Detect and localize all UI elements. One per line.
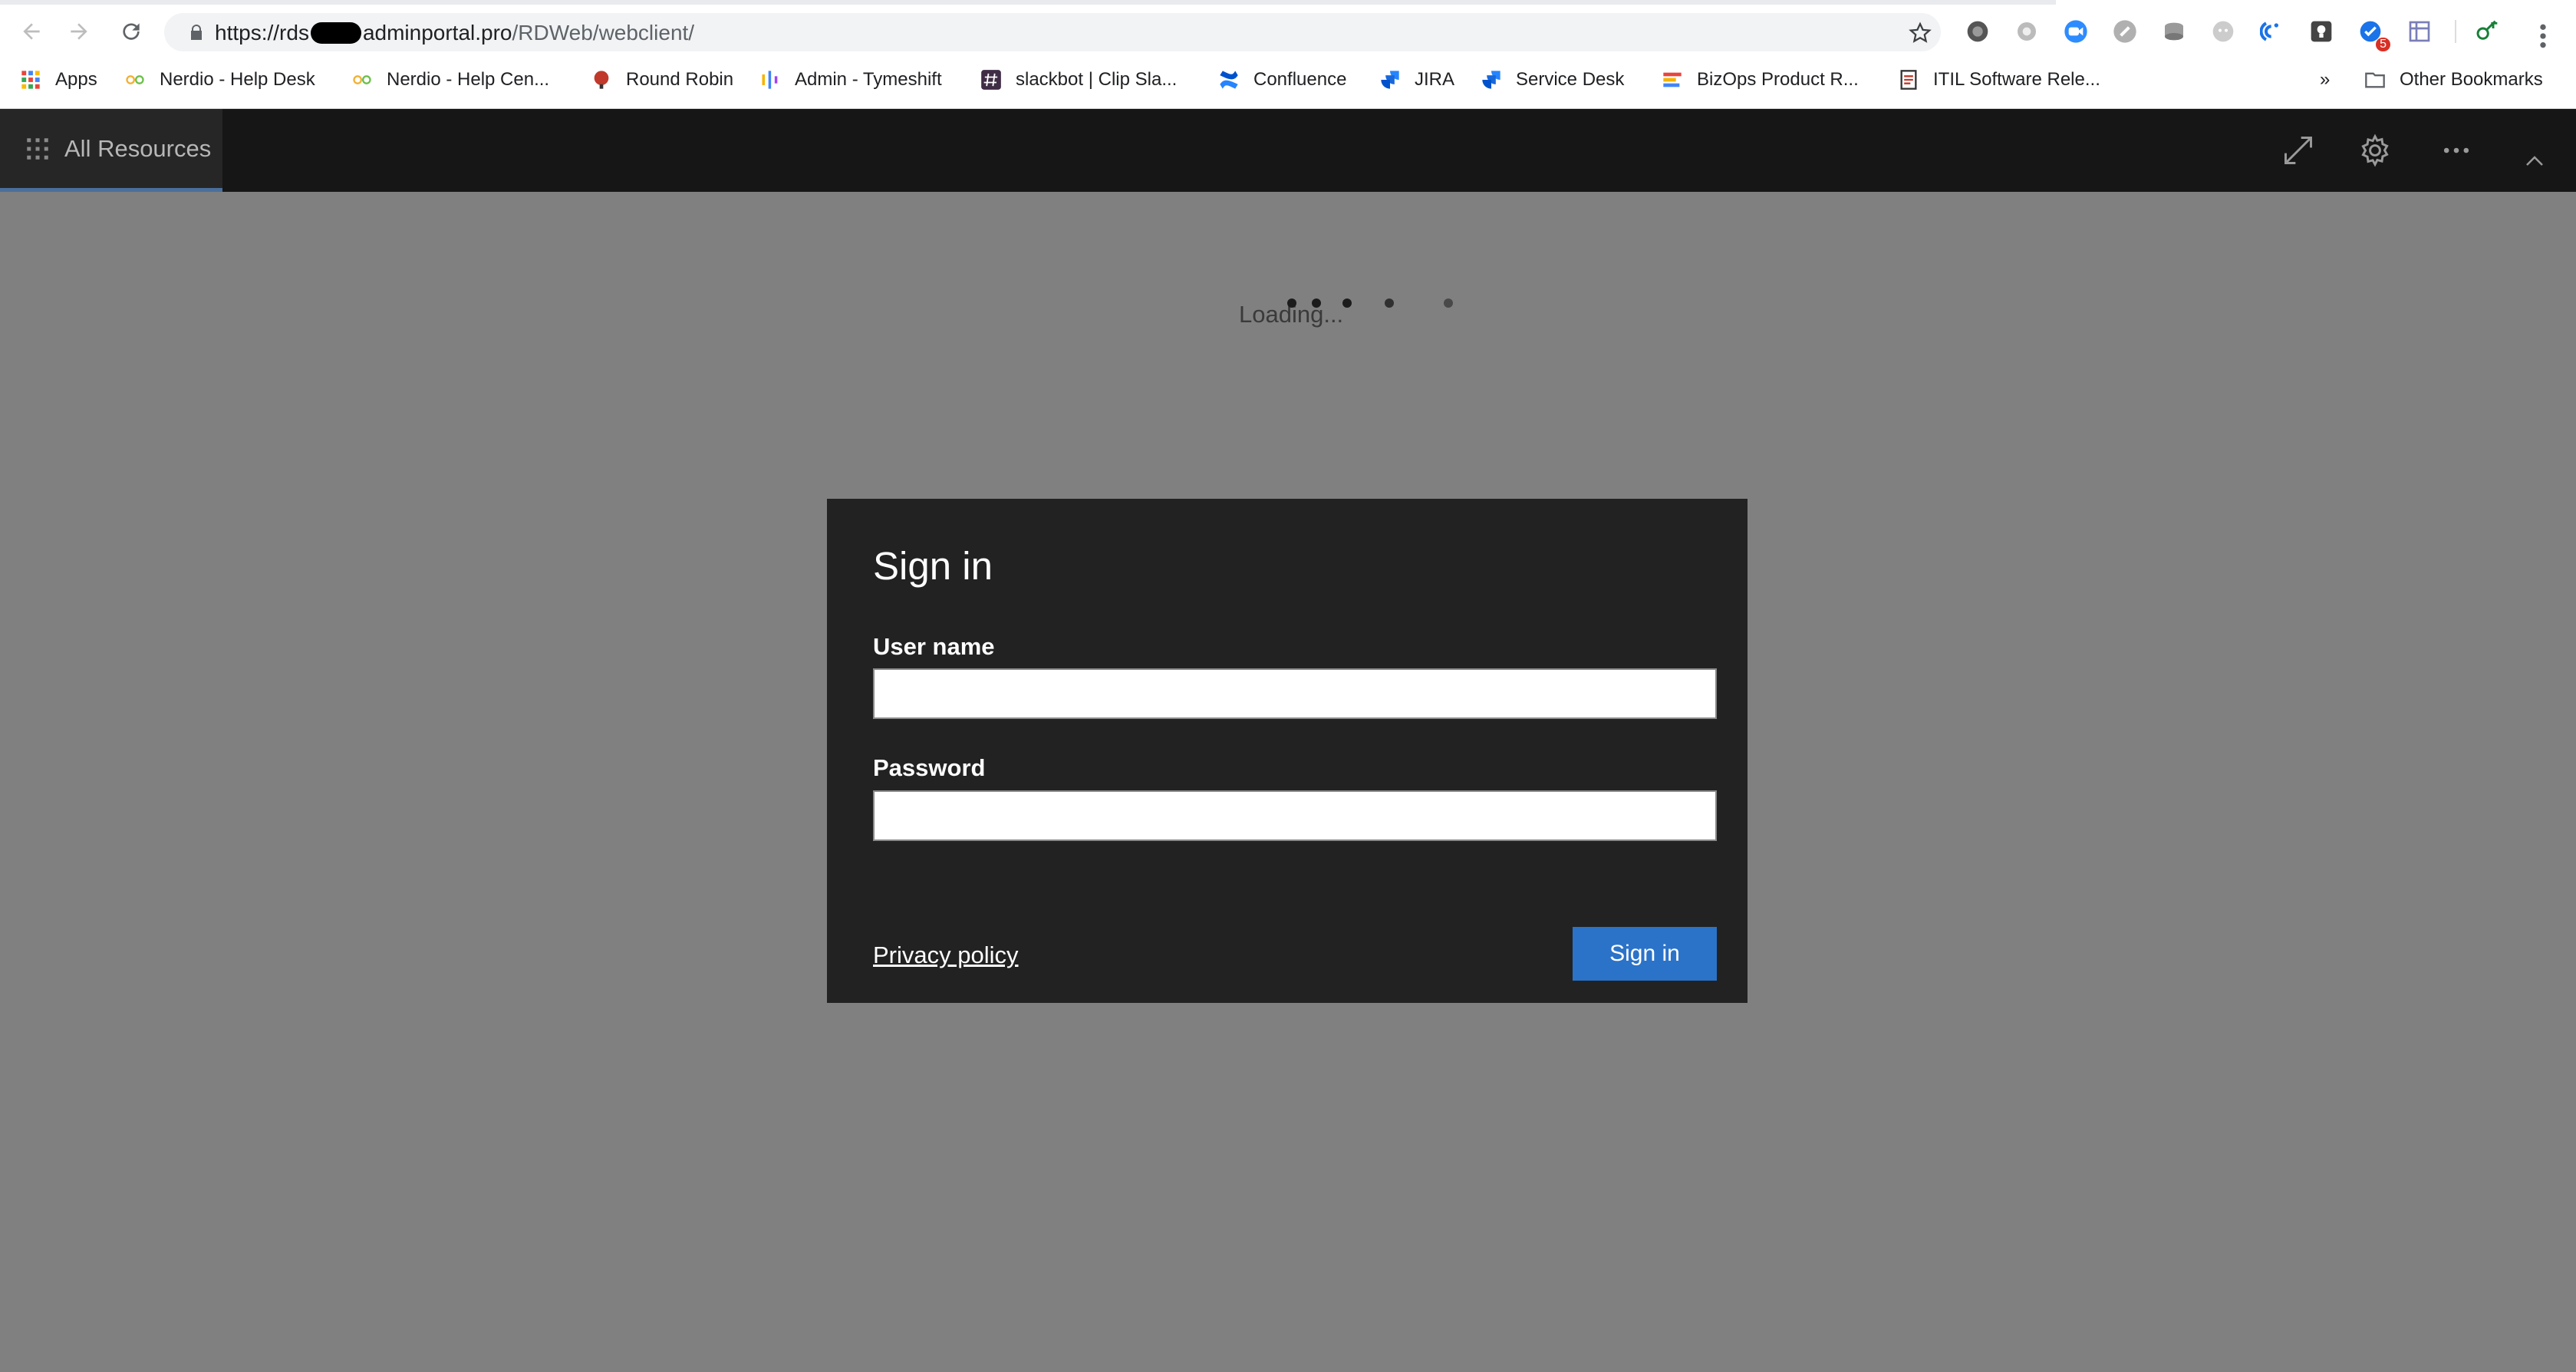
- link-icon[interactable]: [2111, 18, 2139, 45]
- database-icon[interactable]: [2160, 18, 2188, 45]
- page-load-bar: [0, 0, 2056, 5]
- spinner-dot: [1287, 298, 1296, 308]
- app-top-bar: All Resources: [0, 109, 2576, 192]
- check-badge-icon[interactable]: 5: [2357, 18, 2390, 51]
- bookmark-nerdio-help-center[interactable]: Nerdio - Help Cen...: [351, 66, 549, 94]
- extensions-bar: 5: [1964, 16, 2522, 51]
- spinner-dot: [1385, 298, 1394, 308]
- jira-icon: [1379, 69, 1401, 91]
- bookmark-round-robin[interactable]: Round Robin: [591, 66, 733, 94]
- arrow-right-icon: [71, 23, 87, 40]
- lightbulb-icon[interactable]: [2308, 18, 2335, 45]
- reload-icon: [123, 23, 140, 40]
- grid-icon[interactable]: [2406, 18, 2433, 45]
- globe-icon[interactable]: [1964, 18, 1991, 45]
- bookmarks-bar: Apps Nerdio - Help Desk Nerdio - Help Ce…: [0, 63, 2576, 98]
- bookmark-label: Round Robin: [626, 69, 734, 90]
- chevron-up-icon: [2526, 156, 2543, 166]
- bookmark-jira[interactable]: JIRA: [1379, 66, 1454, 94]
- browser-chrome: https://rds adminportal.pro/RDWeb/webclie…: [0, 0, 2576, 109]
- bookmark-label: BizOps Product R...: [1697, 69, 1859, 90]
- bookmark-label: Nerdio - Help Desk: [160, 69, 315, 90]
- bookmark-label: ITIL Software Rele...: [1933, 69, 2100, 90]
- video-icon[interactable]: [2062, 18, 2090, 45]
- browser-toolbar: https://rds adminportal.pro/RDWeb/webclie…: [0, 6, 2576, 60]
- privacy-policy-link[interactable]: Privacy policy: [873, 942, 1019, 969]
- spinner-dot: [1444, 298, 1453, 308]
- reload-button[interactable]: [112, 12, 150, 51]
- spinner-dot: [1312, 298, 1321, 308]
- all-resources-label: All Resources: [64, 134, 212, 162]
- dialog-title: Sign in: [873, 544, 993, 588]
- folder-icon: [2364, 69, 2386, 91]
- hash-icon: [980, 69, 1002, 91]
- redaction-mark: [310, 22, 361, 44]
- ellipsis-icon: [2443, 147, 2469, 153]
- bookmark-label: Apps: [55, 69, 97, 90]
- url-domain: adminportal.pro: [362, 21, 512, 45]
- gear-icon: [2361, 134, 2389, 167]
- bookmark-slackbot[interactable]: slackbot | Clip Sla...: [980, 66, 1177, 94]
- more-bookmarks-button[interactable]: »: [2320, 66, 2330, 94]
- url-path: /RDWeb/webclient/: [512, 21, 695, 45]
- bookmark-label: JIRA: [1415, 69, 1455, 90]
- bookmark-label: Nerdio - Help Cen...: [387, 69, 550, 90]
- circle-icon[interactable]: [2013, 18, 2041, 45]
- bookmark-itil[interactable]: ITIL Software Rele...: [1898, 66, 2100, 94]
- arrow-left-icon: [23, 23, 40, 40]
- all-resources-tab[interactable]: All Resources: [0, 109, 222, 192]
- bookmark-label: Service Desk: [1516, 69, 1625, 90]
- bizops-icon: [1662, 69, 1683, 91]
- star-icon[interactable]: [1909, 21, 1932, 45]
- nerdio-icon: [124, 69, 146, 91]
- toolbar-divider: [2455, 20, 2456, 43]
- other-bookmarks-label: Other Bookmarks: [2400, 69, 2543, 90]
- username-input[interactable]: [873, 668, 1717, 719]
- apps-grid-icon: [27, 137, 48, 160]
- nerdio-icon: [351, 69, 373, 91]
- sign-in-dialog: Sign in User name Password Privacy polic…: [827, 499, 1748, 1003]
- apps-grid-icon: [20, 69, 41, 91]
- expand-icon: [2284, 137, 2312, 164]
- collapse-button[interactable]: [2519, 146, 2550, 176]
- back-button[interactable]: [12, 12, 51, 51]
- other-bookmarks[interactable]: Other Bookmarks: [2364, 66, 2543, 94]
- lock-icon: [191, 25, 202, 40]
- settings-button[interactable]: [2357, 132, 2393, 169]
- spinner-dot: [1342, 298, 1352, 308]
- bookmark-service-desk[interactable]: Service Desk: [1481, 66, 1624, 94]
- password-label: Password: [873, 754, 986, 781]
- tymeshift-icon: [759, 69, 781, 91]
- gauge-icon[interactable]: [2258, 18, 2286, 45]
- fullscreen-button[interactable]: [2280, 132, 2317, 169]
- bookmark-bizops[interactable]: BizOps Product R...: [1662, 66, 1859, 94]
- ghost-icon[interactable]: [2209, 18, 2237, 45]
- bookmark-label: Admin - Tymeshift: [795, 69, 942, 90]
- bookmark-label: slackbot | Clip Sla...: [1016, 69, 1178, 90]
- username-label: User name: [873, 633, 995, 660]
- forward-button[interactable]: [60, 12, 98, 51]
- url-prefix: https://rds: [215, 21, 309, 45]
- confluence-icon: [1218, 69, 1240, 91]
- document-icon: [1898, 69, 1919, 91]
- jira-icon: [1481, 69, 1502, 91]
- address-bar[interactable]: https://rds adminportal.pro/RDWeb/webclie…: [164, 13, 1941, 51]
- browser-menu-icon[interactable]: [2532, 21, 2555, 51]
- more-options-button[interactable]: [2438, 132, 2475, 169]
- bookmark-label: Confluence: [1253, 69, 1347, 90]
- sign-in-button[interactable]: Sign in: [1573, 927, 1717, 981]
- bookmark-nerdio-help-desk[interactable]: Nerdio - Help Desk: [124, 66, 315, 94]
- bookmark-admin-tymeshift[interactable]: Admin - Tymeshift: [759, 66, 942, 94]
- url-text: https://rds adminportal.pro/RDWeb/webclie…: [215, 21, 694, 45]
- bookmark-confluence[interactable]: Confluence: [1218, 66, 1346, 94]
- notification-badge: 5: [2376, 38, 2390, 51]
- more-bookmarks-label: »: [2320, 69, 2331, 90]
- bookmark-apps[interactable]: Apps: [20, 66, 97, 94]
- round-robin-icon: [591, 69, 612, 91]
- key-icon[interactable]: [2473, 18, 2501, 45]
- password-input[interactable]: [873, 790, 1717, 841]
